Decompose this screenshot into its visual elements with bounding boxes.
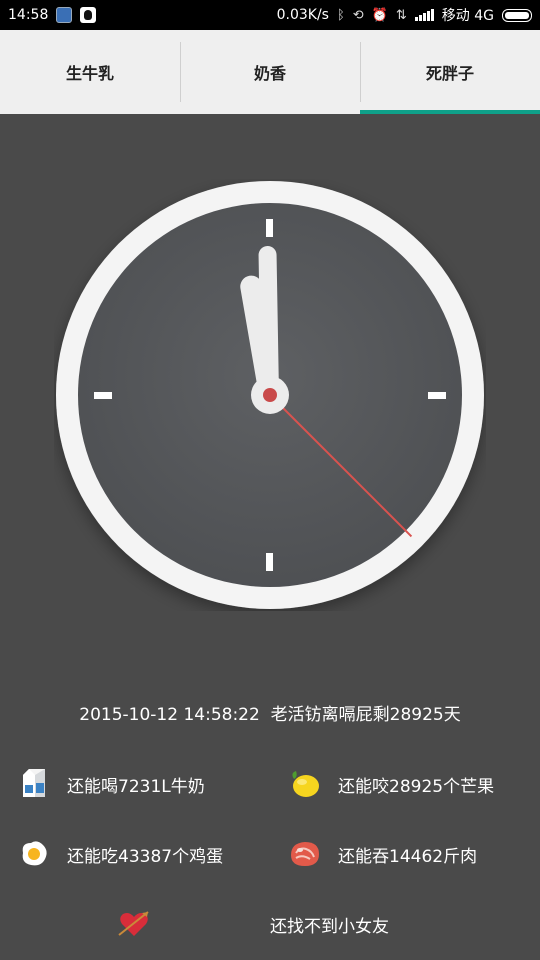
signal-strength-icon (414, 9, 434, 21)
heart-arrow-icon (117, 907, 151, 941)
network-speed: 0.03K/s (276, 7, 329, 23)
fried-egg-icon (17, 837, 51, 871)
mango-icon (288, 767, 322, 801)
battery-icon (502, 8, 532, 22)
stat-egg-text: 还能吃43387个鸡蛋 (67, 846, 224, 867)
alarm-icon: ⏰ (371, 7, 388, 23)
steak-icon (288, 837, 322, 871)
stat-egg: 还能吃43387个鸡蛋 (17, 837, 223, 871)
tick-9 (94, 392, 112, 399)
carrier-label: 移动 4G (441, 8, 494, 24)
tick-3 (428, 392, 446, 399)
remaining-days-line: 2015-10-12 14:58:22 老活钫离嗝屁剩28925天 (0, 700, 540, 725)
stat-love: 还找不到小女友 (117, 907, 389, 941)
remaining-days-text: 老活钫离嗝屁剩28925天 (270, 705, 461, 725)
status-time: 14:58 (8, 7, 49, 23)
tab-milk-flavor[interactable]: 奶香 (180, 30, 360, 114)
app-notification-icon (56, 7, 73, 23)
tick-12 (266, 219, 273, 237)
tab-raw-milk[interactable]: 生牛乳 (0, 30, 180, 114)
bluetooth-icon: ᛒ (336, 7, 345, 23)
tick-6 (266, 553, 273, 571)
stat-milk-text: 还能喝7231L牛奶 (67, 776, 205, 797)
status-bar: 14:58 0.03K/s ᛒ ⟲ ⏰ ⇅ 移动 4G (0, 0, 540, 30)
milk-carton-icon (17, 767, 51, 801)
tab-fatty[interactable]: 死胖子 (360, 30, 540, 114)
stat-mango-text: 还能咬28925个芒果 (338, 776, 495, 797)
tab-bar: 生牛乳 奶香 死胖子 (0, 30, 540, 114)
clock-face (56, 181, 484, 609)
data-transfer-icon: ⇅ (395, 7, 407, 23)
rotation-lock-icon: ⟲ (352, 7, 364, 23)
current-datetime: 2015-10-12 14:58:22 (79, 705, 260, 725)
qq-notification-icon (80, 7, 97, 23)
clock-center-dot (263, 388, 277, 402)
stat-love-text: 还找不到小女友 (270, 916, 389, 937)
stat-meat: 还能吞14462斤肉 (288, 837, 477, 871)
stat-mango: 还能咬28925个芒果 (288, 767, 494, 801)
analog-clock (54, 179, 486, 611)
minute-hand (258, 246, 279, 404)
stat-meat-text: 还能吞14462斤肉 (338, 846, 478, 867)
stat-milk: 还能喝7231L牛奶 (17, 767, 205, 801)
